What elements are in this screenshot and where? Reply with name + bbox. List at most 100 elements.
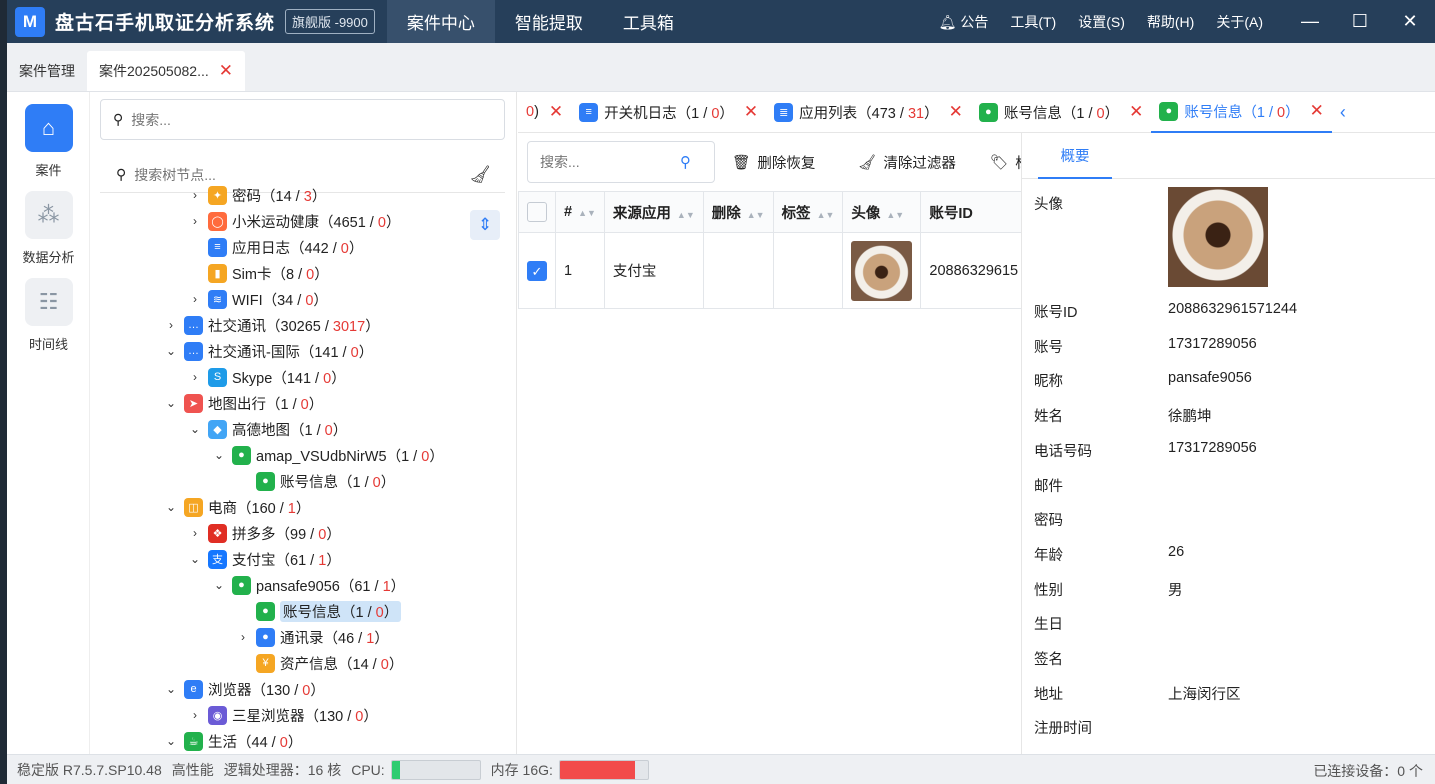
global-search-box[interactable]: ⚲ <box>100 99 505 140</box>
tree-node-count: （141 / 0） <box>272 370 346 387</box>
data-tab[interactable]: 0) ✕ <box>518 92 571 133</box>
tree-node[interactable]: ⌄ e 浏览器（130 / 0） <box>162 676 325 702</box>
maximize-icon[interactable]: ☐ <box>1335 11 1385 32</box>
chevron-right-icon[interactable]: › <box>186 214 204 228</box>
tab-case-management[interactable]: 案件管理 <box>7 51 87 91</box>
data-tab[interactable]: ● 账号信息（1 / 0） ✕ <box>971 92 1152 133</box>
chevron-right-icon[interactable]: › <box>186 526 204 540</box>
tree-node[interactable]: › ≋ WIFI（34 / 0） <box>186 286 328 312</box>
close-icon[interactable]: ✕ <box>1129 102 1143 122</box>
select-all-checkbox[interactable] <box>527 202 547 222</box>
close-icon[interactable]: ✕ <box>549 102 563 122</box>
nav-case[interactable]: ⌂ 案件 <box>7 104 90 179</box>
collapse-all-button[interactable]: ⇕ <box>470 210 500 240</box>
menu-tools[interactable]: 工具(T) <box>1010 12 1056 32</box>
table-row[interactable]: ✓ 1 支付宝 20886329615 <box>518 232 1021 309</box>
tree-node-label: 拼多多（99 / 0） <box>232 526 341 543</box>
detail-row-avatar: 头像 <box>1034 187 1268 287</box>
clear-filter-button[interactable]: 🧹︎ 清除过滤器 <box>858 141 956 183</box>
avatar[interactable] <box>1168 187 1268 287</box>
tree-node[interactable]: › ◉ 三星浏览器（130 / 0） <box>186 702 378 728</box>
chevron-down-icon[interactable]: ⌄ <box>162 500 180 514</box>
menu-about[interactable]: 关于(A) <box>1216 12 1263 32</box>
col-account-id[interactable]: 账号ID <box>920 191 1021 233</box>
tree-node[interactable]: ¥ 资产信息（14 / 0） <box>234 650 403 676</box>
data-tab[interactable]: ● 账号信息（1 / 0） ✕ <box>1151 92 1332 133</box>
data-tab[interactable]: ≣ 应用列表（473 / 31） ✕ <box>766 92 971 133</box>
tree-node[interactable]: ⌄ 支支付宝（61 / 1） <box>186 546 341 572</box>
tree-node[interactable]: ⌄ … 社交通讯-国际（141 / 0） <box>162 338 373 364</box>
menu-settings[interactable]: 设置(S) <box>1078 12 1125 32</box>
nav-smart-extract[interactable]: 智能提取 <box>495 0 603 43</box>
notice-button[interactable]: 🔔︎ 公告 <box>939 12 989 32</box>
avatar[interactable] <box>851 240 913 301</box>
data-tab[interactable]: ≡ 开关机日志（1 / 0） ✕ <box>571 92 766 133</box>
chevron-right-icon[interactable]: › <box>234 630 252 644</box>
chevron-down-icon[interactable]: ⌄ <box>210 578 228 592</box>
chevron-down-icon[interactable]: ⌄ <box>186 422 204 436</box>
chevron-right-icon[interactable]: › <box>186 708 204 722</box>
col-tag[interactable]: 标签 ▲▼ <box>772 191 844 233</box>
nav-case-center[interactable]: 案件中心 <box>386 0 495 43</box>
tree-node[interactable]: ▮ Sim卡（8 / 0） <box>186 260 329 286</box>
detail-key: 年龄 <box>1034 547 1063 564</box>
col-deleted[interactable]: 删除 ▲▼ <box>702 191 774 233</box>
delete-recover-button[interactable]: 🗑︎ 删除恢复 <box>732 141 815 183</box>
browser-icon: e <box>184 679 203 699</box>
row-select-cell[interactable]: ✓ <box>518 232 556 309</box>
chevron-right-icon[interactable]: › <box>162 318 180 332</box>
nav-timeline[interactable]: ☷ 时间线 <box>7 278 90 353</box>
nav-toolbox[interactable]: 工具箱 <box>603 0 694 43</box>
col-index[interactable]: # ▲▼ <box>555 191 605 233</box>
tag-button[interactable]: 🏷︎标 <box>990 141 1021 183</box>
close-icon[interactable]: ✕ <box>744 102 758 122</box>
minimize-icon[interactable]: — <box>1285 11 1335 32</box>
tree-node[interactable]: › ❖ 拼多多（99 / 0） <box>186 520 341 546</box>
tree-node[interactable]: ⌄ ● pansafe9056（61 / 1） <box>210 572 405 598</box>
tree-node[interactable]: ≡ 应用日志（442 / 0） <box>186 234 363 260</box>
contact-icon: ● <box>256 627 275 647</box>
chevron-down-icon[interactable]: ⌄ <box>186 552 204 566</box>
tree-node[interactable]: › … 社交通讯（30265 / 3017） <box>162 312 380 338</box>
tree-node[interactable]: › ● 通讯录（46 / 1） <box>234 624 389 650</box>
tree-node[interactable]: › ✦ 密码（14 / 3） <box>186 182 326 208</box>
menu-help[interactable]: 帮助(H) <box>1147 12 1194 32</box>
detail-value: 2088632961571244 <box>1168 301 1298 317</box>
close-window-icon[interactable]: ✕ <box>1385 11 1435 32</box>
chevron-down-icon[interactable]: ⌄ <box>162 682 180 696</box>
chevron-right-icon[interactable]: › <box>186 370 204 384</box>
tree-node[interactable]: ⌄ ● amap_VSUdbNirW5（1 / 0） <box>210 442 444 468</box>
tree-node[interactable]: ⌄ ◫ 电商（160 / 1） <box>162 494 310 520</box>
chevron-down-icon[interactable]: ⌄ <box>162 734 180 748</box>
col-source-app[interactable]: 来源应用 ▲▼ <box>603 191 704 233</box>
tab-overview[interactable]: 概要 <box>1038 133 1112 179</box>
row-checkbox[interactable]: ✓ <box>527 260 547 281</box>
select-all-header[interactable] <box>518 191 556 233</box>
chevron-right-icon[interactable]: › <box>186 188 204 202</box>
global-search-input[interactable] <box>131 111 432 128</box>
nav-data-analysis[interactable]: ⁂ 数据分析 <box>7 191 90 266</box>
tree-node[interactable]: › S Skype（141 / 0） <box>186 364 346 390</box>
panel-toggle-handle[interactable]: ▶ <box>1021 407 1022 479</box>
close-icon[interactable]: ✕ <box>1310 101 1324 121</box>
chevron-down-icon[interactable]: ⌄ <box>162 396 180 410</box>
chevron-down-icon[interactable]: ⌄ <box>162 344 180 358</box>
tree-node[interactable]: › ◯ 小米运动健康（4651 / 0） <box>186 208 400 234</box>
tree-node[interactable]: ● 账号信息（1 / 0） <box>234 598 402 624</box>
tree-search-input[interactable] <box>134 166 435 183</box>
tab-current-case[interactable]: 案件202505082... ✕ <box>87 51 245 91</box>
tree-node[interactable]: ● 账号信息（1 / 0） <box>234 468 395 494</box>
col-avatar[interactable]: 头像 ▲▼ <box>842 191 922 233</box>
grid-search-input[interactable] <box>540 154 680 170</box>
tree-node[interactable]: ⌄ ◆ 高德地图（1 / 0） <box>186 416 347 442</box>
chevron-right-icon[interactable]: › <box>186 292 204 306</box>
tree-node[interactable]: ⌄ ☕︎ 生活（44 / 0） <box>162 728 302 754</box>
grid-search-box[interactable]: ⚲ <box>527 141 715 183</box>
close-icon[interactable]: ✕ <box>219 61 233 81</box>
close-icon[interactable]: ✕ <box>949 102 963 122</box>
tree-node[interactable]: ⌄ ➤ 地图出行（1 / 0） <box>162 390 323 416</box>
detail-key: 账号ID <box>1034 305 1078 321</box>
chevron-down-icon[interactable]: ⌄ <box>210 448 228 462</box>
chevron-left-icon[interactable]: ‹ <box>1340 102 1346 123</box>
clear-broom-icon[interactable]: 🧹︎ <box>469 165 491 185</box>
